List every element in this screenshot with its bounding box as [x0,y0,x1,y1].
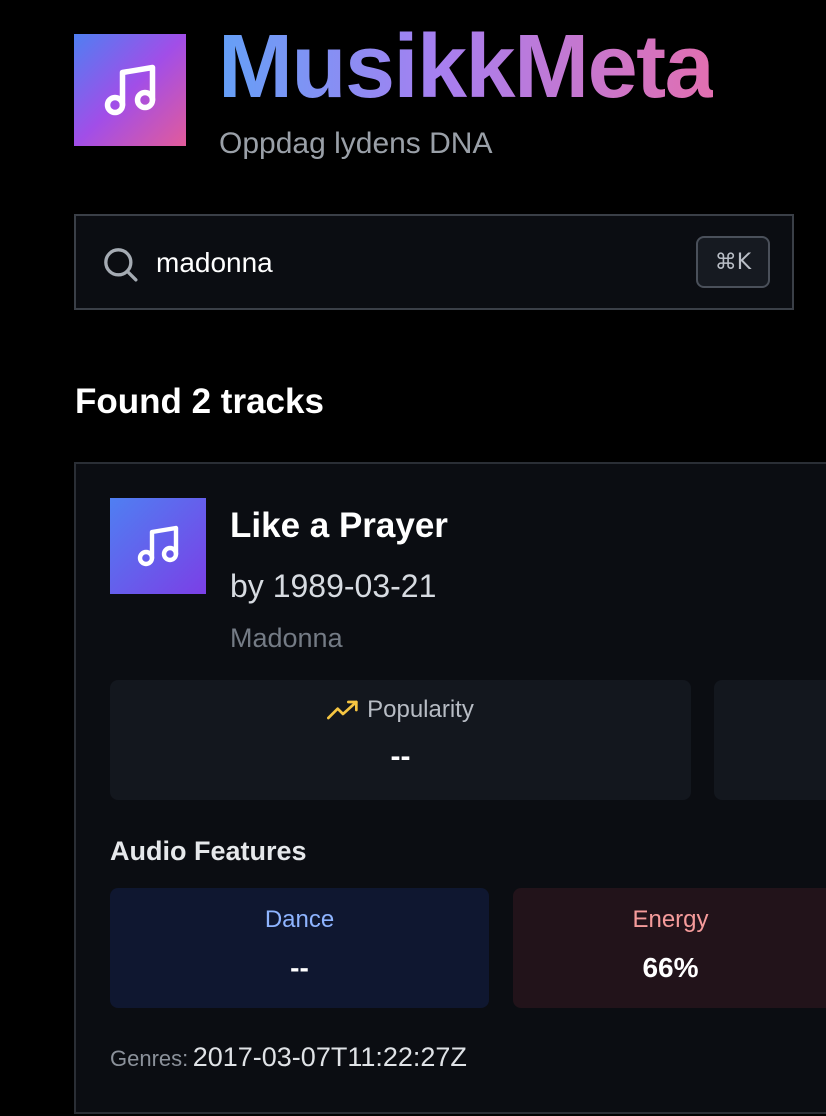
dance-label: Dance [264,906,335,933]
track-card[interactable]: Like a Prayer by 1989-03-21 Madonna Popu… [74,462,826,1114]
popularity-label-row: Popularity [110,696,691,724]
app-logo [74,34,186,146]
stat-box-partial [714,680,826,800]
popularity-value: -- [390,740,411,773]
app-title: MusikkMeta [218,12,715,122]
search-icon [104,248,138,282]
music-note-icon [104,64,156,116]
energy-feature: Energy 66% [513,888,826,1008]
app-page: MusikkMeta Oppdag lydens DNA ⌘K Found 2 … [0,0,826,1116]
dance-feature: Dance -- [110,888,489,1008]
trending-up-icon [327,700,358,720]
track-byline: by 1989-03-21 [230,568,437,604]
genres-row: Genres: 2017-03-07T11:22:27Z [110,1042,467,1073]
popularity-stat: Popularity -- [110,680,691,800]
audio-features-title: Audio Features [110,836,307,866]
genres-label: Genres: [110,1046,189,1071]
search-bar[interactable]: ⌘K [74,214,794,310]
search-input[interactable] [156,240,676,286]
keyboard-shortcut-badge: ⌘K [696,236,770,288]
app-subtitle: Oppdag lydens DNA [219,127,493,160]
results-summary: Found 2 tracks [75,382,324,421]
genres-value: 2017-03-07T11:22:27Z [192,1042,467,1072]
track-artist: Madonna [230,623,343,653]
energy-value: 66% [642,952,699,983]
track-title[interactable]: Like a Prayer [230,504,448,548]
track-cover [110,498,206,594]
popularity-label: Popularity [367,696,474,723]
energy-label: Energy [632,906,709,933]
dance-value: -- [290,952,309,983]
music-note-icon [137,525,179,567]
